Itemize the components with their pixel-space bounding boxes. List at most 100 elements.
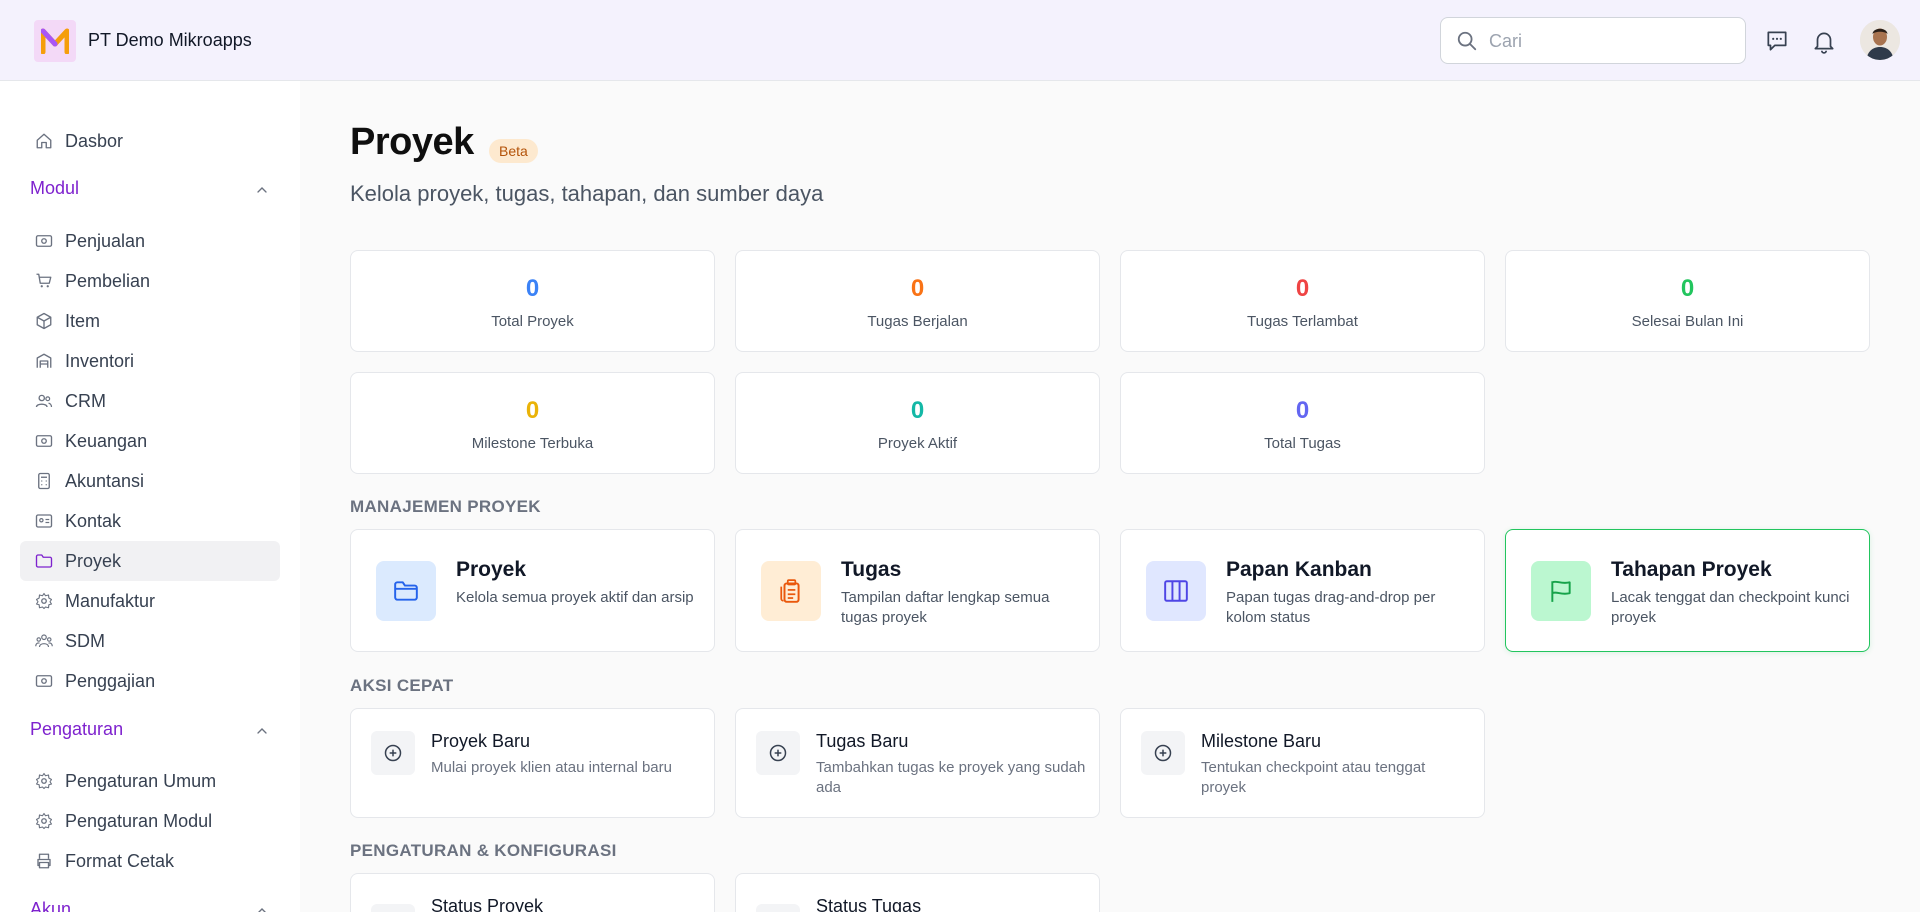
section-pengaturan-toggle[interactable]: Pengaturan — [30, 715, 270, 745]
clipboard-icon — [780, 579, 800, 603]
search-input[interactable] — [1489, 26, 1729, 56]
warehouse-icon — [36, 353, 52, 368]
section-modul-toggle[interactable]: Modul — [30, 174, 270, 204]
beta-badge: Beta — [489, 139, 538, 163]
money-icon — [35, 435, 53, 447]
quick-icon-box — [756, 731, 800, 775]
stat-card-tugas-berjalan: 0 Tugas Berjalan — [735, 250, 1100, 352]
section-label: Akun — [30, 899, 72, 912]
stat-card-selesai-bulan-ini: 0 Selesai Bulan Ini — [1505, 250, 1870, 352]
quick-action-tugas-baru[interactable]: Tugas Baru Tambahkan tugas ke proyek yan… — [735, 708, 1100, 818]
sidebar-item-sdm[interactable]: SDM — [20, 621, 280, 661]
avatar[interactable] — [1860, 20, 1900, 60]
section-akun-toggle[interactable]: Akun — [30, 895, 270, 912]
folder-icon — [394, 581, 418, 601]
sidebar-item-penggajian[interactable]: Penggajian — [20, 661, 280, 701]
chat-icon[interactable] — [1764, 28, 1790, 54]
sidebar-item-format-cetak[interactable]: Format Cetak — [20, 841, 280, 881]
module-card-papan-kanban[interactable]: Papan Kanban Papan tugas drag-and-drop p… — [1120, 529, 1485, 652]
sidebar-item-label: Pengaturan Modul — [65, 811, 213, 831]
stat-label: Tugas Berjalan — [867, 313, 968, 330]
home-icon — [36, 133, 52, 149]
sidebar-item-label: SDM — [65, 631, 105, 651]
stat-card-proyek-aktif: 0 Proyek Aktif — [735, 372, 1100, 474]
quick-icon-box — [371, 731, 415, 775]
bell-icon[interactable] — [1811, 28, 1837, 54]
stat-card-milestone-terbuka: 0 Milestone Terbuka — [350, 372, 715, 474]
search-box[interactable] — [1440, 17, 1746, 64]
config-card-status-proyek[interactable]: Status Proyek — [350, 873, 715, 912]
stat-value: 0 — [910, 275, 925, 302]
search-icon — [1457, 31, 1477, 51]
stat-label: Proyek Aktif — [877, 435, 958, 452]
sidebar-item-label: Manufaktur — [65, 591, 156, 611]
config-card-status-tugas[interactable]: Status Tugas — [735, 873, 1100, 912]
main-content: Proyek Beta Kelola proyek, tugas, tahapa… — [300, 81, 1920, 912]
sidebar-item-label: Format Cetak — [65, 851, 175, 871]
gear-icon — [35, 812, 53, 830]
stat-value: 0 — [525, 397, 540, 424]
module-card-tugas[interactable]: Tugas Tampilan daftar lengkap semua tuga… — [735, 529, 1100, 652]
module-title: Proyek — [456, 558, 527, 581]
company-name[interactable]: PT Demo Mikroapps — [88, 30, 252, 51]
sidebar-item-proyek[interactable]: Proyek — [20, 541, 280, 581]
sidebar-item-label: Proyek — [65, 551, 122, 571]
quick-desc: Tentukan checkpoint atau tenggat proyek — [1201, 759, 1426, 796]
page-title: Proyek — [350, 121, 474, 163]
sidebar-item-crm[interactable]: CRM — [20, 381, 280, 421]
quick-title: Proyek Baru — [431, 731, 531, 751]
money-icon — [35, 235, 53, 247]
sidebar-item-label: Dasbor — [65, 131, 124, 151]
sidebar-item-penjualan[interactable]: Penjualan — [20, 221, 280, 261]
module-desc: Kelola semua proyek aktif dan arsip — [456, 589, 694, 606]
users-icon — [35, 394, 53, 408]
sidebar-item-pembelian[interactable]: Pembelian — [20, 261, 280, 301]
sidebar-item-label: Akuntansi — [65, 471, 145, 491]
module-card-proyek[interactable]: Proyek Kelola semua proyek aktif dan ars… — [350, 529, 715, 652]
flag-icon — [1551, 580, 1571, 602]
quick-title: Tugas Baru — [816, 731, 909, 751]
sidebar-item-label: Penggajian — [65, 671, 156, 691]
stat-label: Milestone Terbuka — [471, 435, 594, 452]
chevron-up-icon — [257, 187, 267, 193]
box-icon — [36, 312, 52, 330]
gear-icon — [35, 592, 53, 610]
stat-value: 0 — [1295, 397, 1310, 424]
company-logo[interactable] — [34, 20, 76, 62]
stat-value: 0 — [1295, 275, 1310, 302]
sidebar-item-keuangan[interactable]: Keuangan — [20, 421, 280, 461]
printer-icon — [37, 853, 51, 869]
module-card-tahapan-proyek[interactable]: Tahapan Proyek Lacak tenggat dan checkpo… — [1505, 529, 1870, 652]
sidebar-item-inventori[interactable]: Inventori — [20, 341, 280, 381]
calculator-icon — [38, 472, 50, 490]
stat-label: Selesai Bulan Ini — [1631, 313, 1744, 330]
sidebar-item-akuntansi[interactable]: Akuntansi — [20, 461, 280, 501]
money-icon — [35, 675, 53, 687]
columns-icon — [1164, 580, 1188, 602]
sidebar-item-kontak[interactable]: Kontak — [20, 501, 280, 541]
stat-label: Total Tugas — [1264, 435, 1341, 452]
sidebar-item-pengaturan-umum[interactable]: Pengaturan Umum — [20, 761, 280, 801]
config-title: Status Tugas — [816, 896, 922, 912]
sidebar-item-label: CRM — [65, 391, 106, 411]
sidebar-item-pengaturan-modul[interactable]: Pengaturan Modul — [20, 801, 280, 841]
quick-action-proyek-baru[interactable]: Proyek Baru Mulai proyek klien atau inte… — [350, 708, 715, 818]
sidebar: Dasbor Modul Penjualan Pembelian Item In… — [0, 81, 300, 912]
page-subtitle: Kelola proyek, tugas, tahapan, dan sumbe… — [350, 181, 824, 206]
sidebar-item-dasbor[interactable]: Dasbor — [20, 121, 280, 161]
sidebar-item-item[interactable]: Item — [20, 301, 280, 341]
sidebar-item-label: Item — [65, 311, 101, 331]
stat-card-total-tugas: 0 Total Tugas — [1120, 372, 1485, 474]
users-icon — [35, 634, 53, 648]
section-title-konfigurasi: PENGATURAN & KONFIGURASI — [350, 841, 617, 860]
stat-value: 0 — [1680, 275, 1695, 302]
sidebar-item-label: Inventori — [65, 351, 135, 371]
section-title-aksi-cepat: AKSI CEPAT — [350, 676, 454, 695]
module-desc: Papan tugas drag-and-drop per kolom stat… — [1226, 589, 1436, 626]
stat-label: Total Proyek — [491, 313, 574, 330]
sidebar-item-manufaktur[interactable]: Manufaktur — [20, 581, 280, 621]
quick-action-milestone-baru[interactable]: Milestone Baru Tentukan checkpoint atau … — [1120, 708, 1485, 818]
plus-circle-icon — [384, 744, 402, 762]
module-icon-box — [761, 561, 821, 621]
plus-circle-icon — [1154, 744, 1172, 762]
